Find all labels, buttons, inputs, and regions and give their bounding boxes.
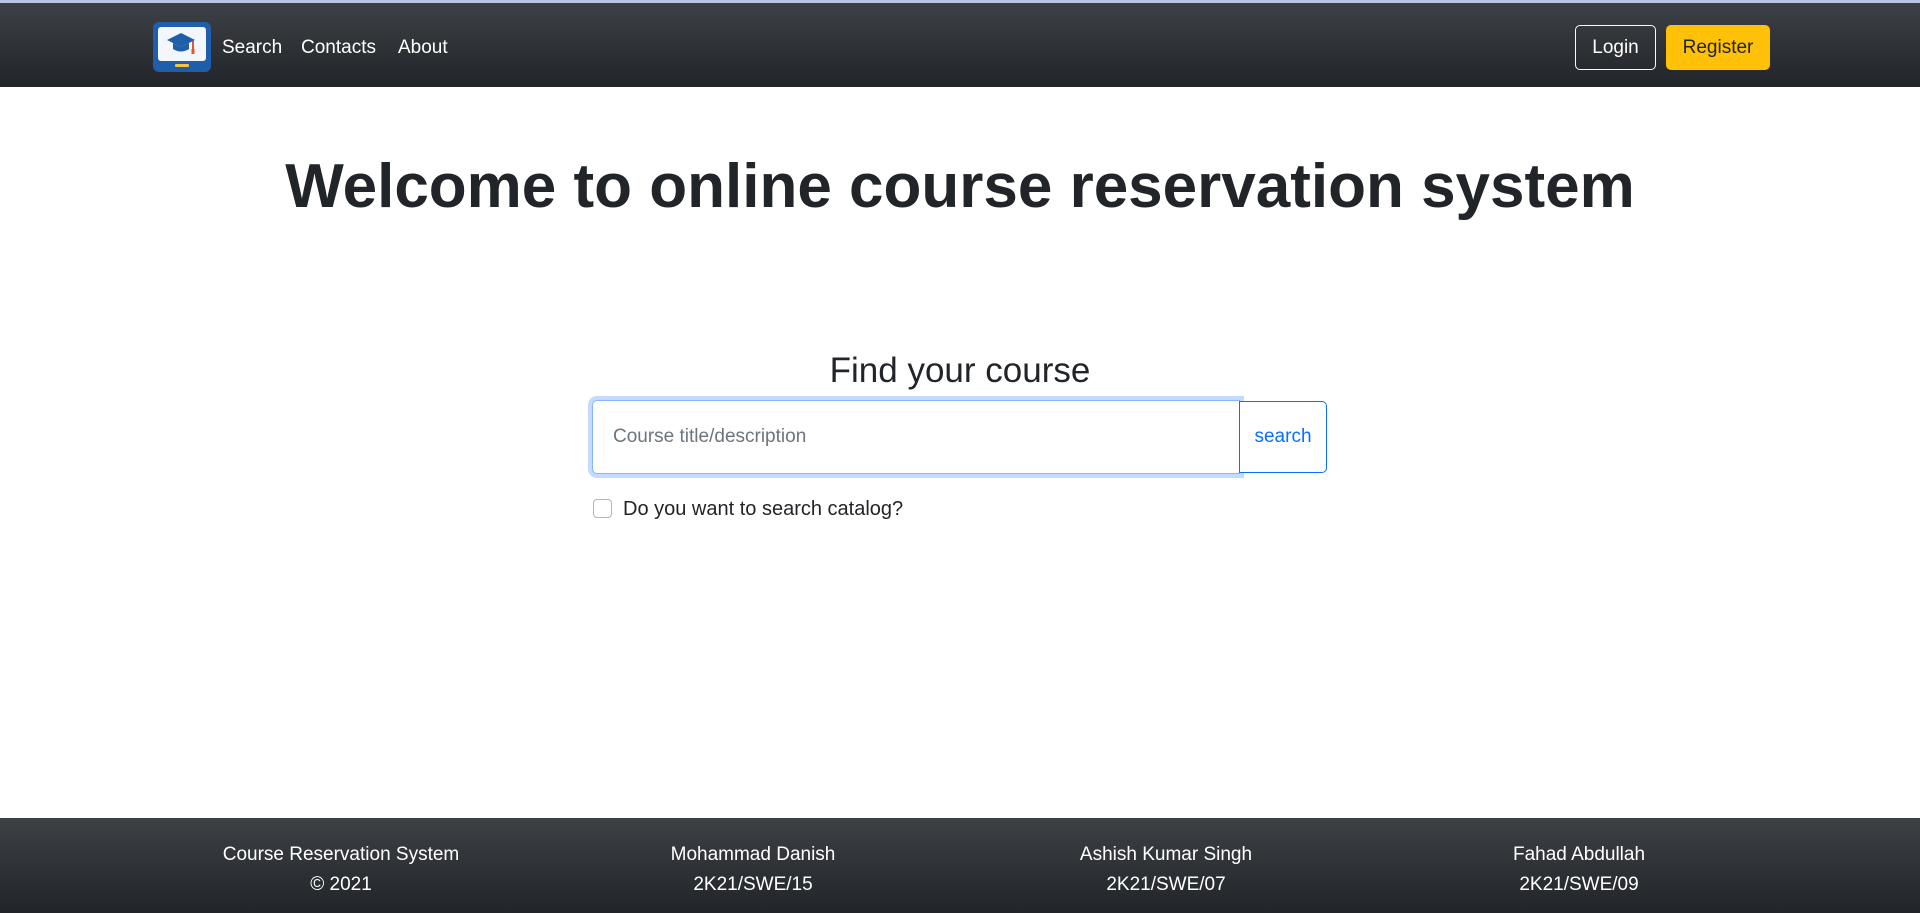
nav-link-about[interactable]: About xyxy=(398,36,448,60)
footer-author-name: Ashish Kumar Singh xyxy=(1079,844,1253,865)
footer-site-name: Course Reservation System xyxy=(222,844,460,865)
logo-stand xyxy=(175,64,189,67)
graduation-cap-laptop-icon[interactable] xyxy=(153,22,211,72)
footer-copyright: © 2021 xyxy=(310,874,372,895)
footer-column-author: Mohammad Danish 2K21/SWE/15 xyxy=(573,840,933,900)
login-button[interactable]: Login xyxy=(1575,25,1656,70)
register-button[interactable]: Register xyxy=(1666,25,1770,70)
search-catalog-checkbox[interactable] xyxy=(593,499,612,518)
nav-link-search[interactable]: Search xyxy=(222,36,282,60)
graduation-cap-icon xyxy=(167,33,195,54)
footer-column-author: Ashish Kumar Singh 2K21/SWE/07 xyxy=(986,840,1346,900)
search-section-title: Find your course xyxy=(829,351,1091,390)
footer-author-id: 2K21/SWE/07 xyxy=(1106,874,1226,895)
footer: Course Reservation System © 2021 Mohamma… xyxy=(0,818,1920,913)
footer-author-id: 2K21/SWE/09 xyxy=(1519,874,1639,895)
nav-link-contacts[interactable]: Contacts xyxy=(301,36,376,60)
footer-author-id: 2K21/SWE/15 xyxy=(693,874,813,895)
search-button[interactable]: search xyxy=(1239,401,1327,473)
footer-column-author: Fahad Abdullah 2K21/SWE/09 xyxy=(1399,840,1759,900)
footer-column-site: Course Reservation System © 2021 xyxy=(161,840,521,900)
navbar: Search Contacts About Login Register xyxy=(0,3,1920,87)
course-search-input[interactable] xyxy=(592,400,1240,474)
search-catalog-label: Do you want to search catalog? xyxy=(623,498,904,520)
footer-author-name: Fahad Abdullah xyxy=(1512,844,1646,865)
footer-author-name: Mohammad Danish xyxy=(670,844,836,865)
page-title: Welcome to online course reservation sys… xyxy=(285,152,1635,221)
